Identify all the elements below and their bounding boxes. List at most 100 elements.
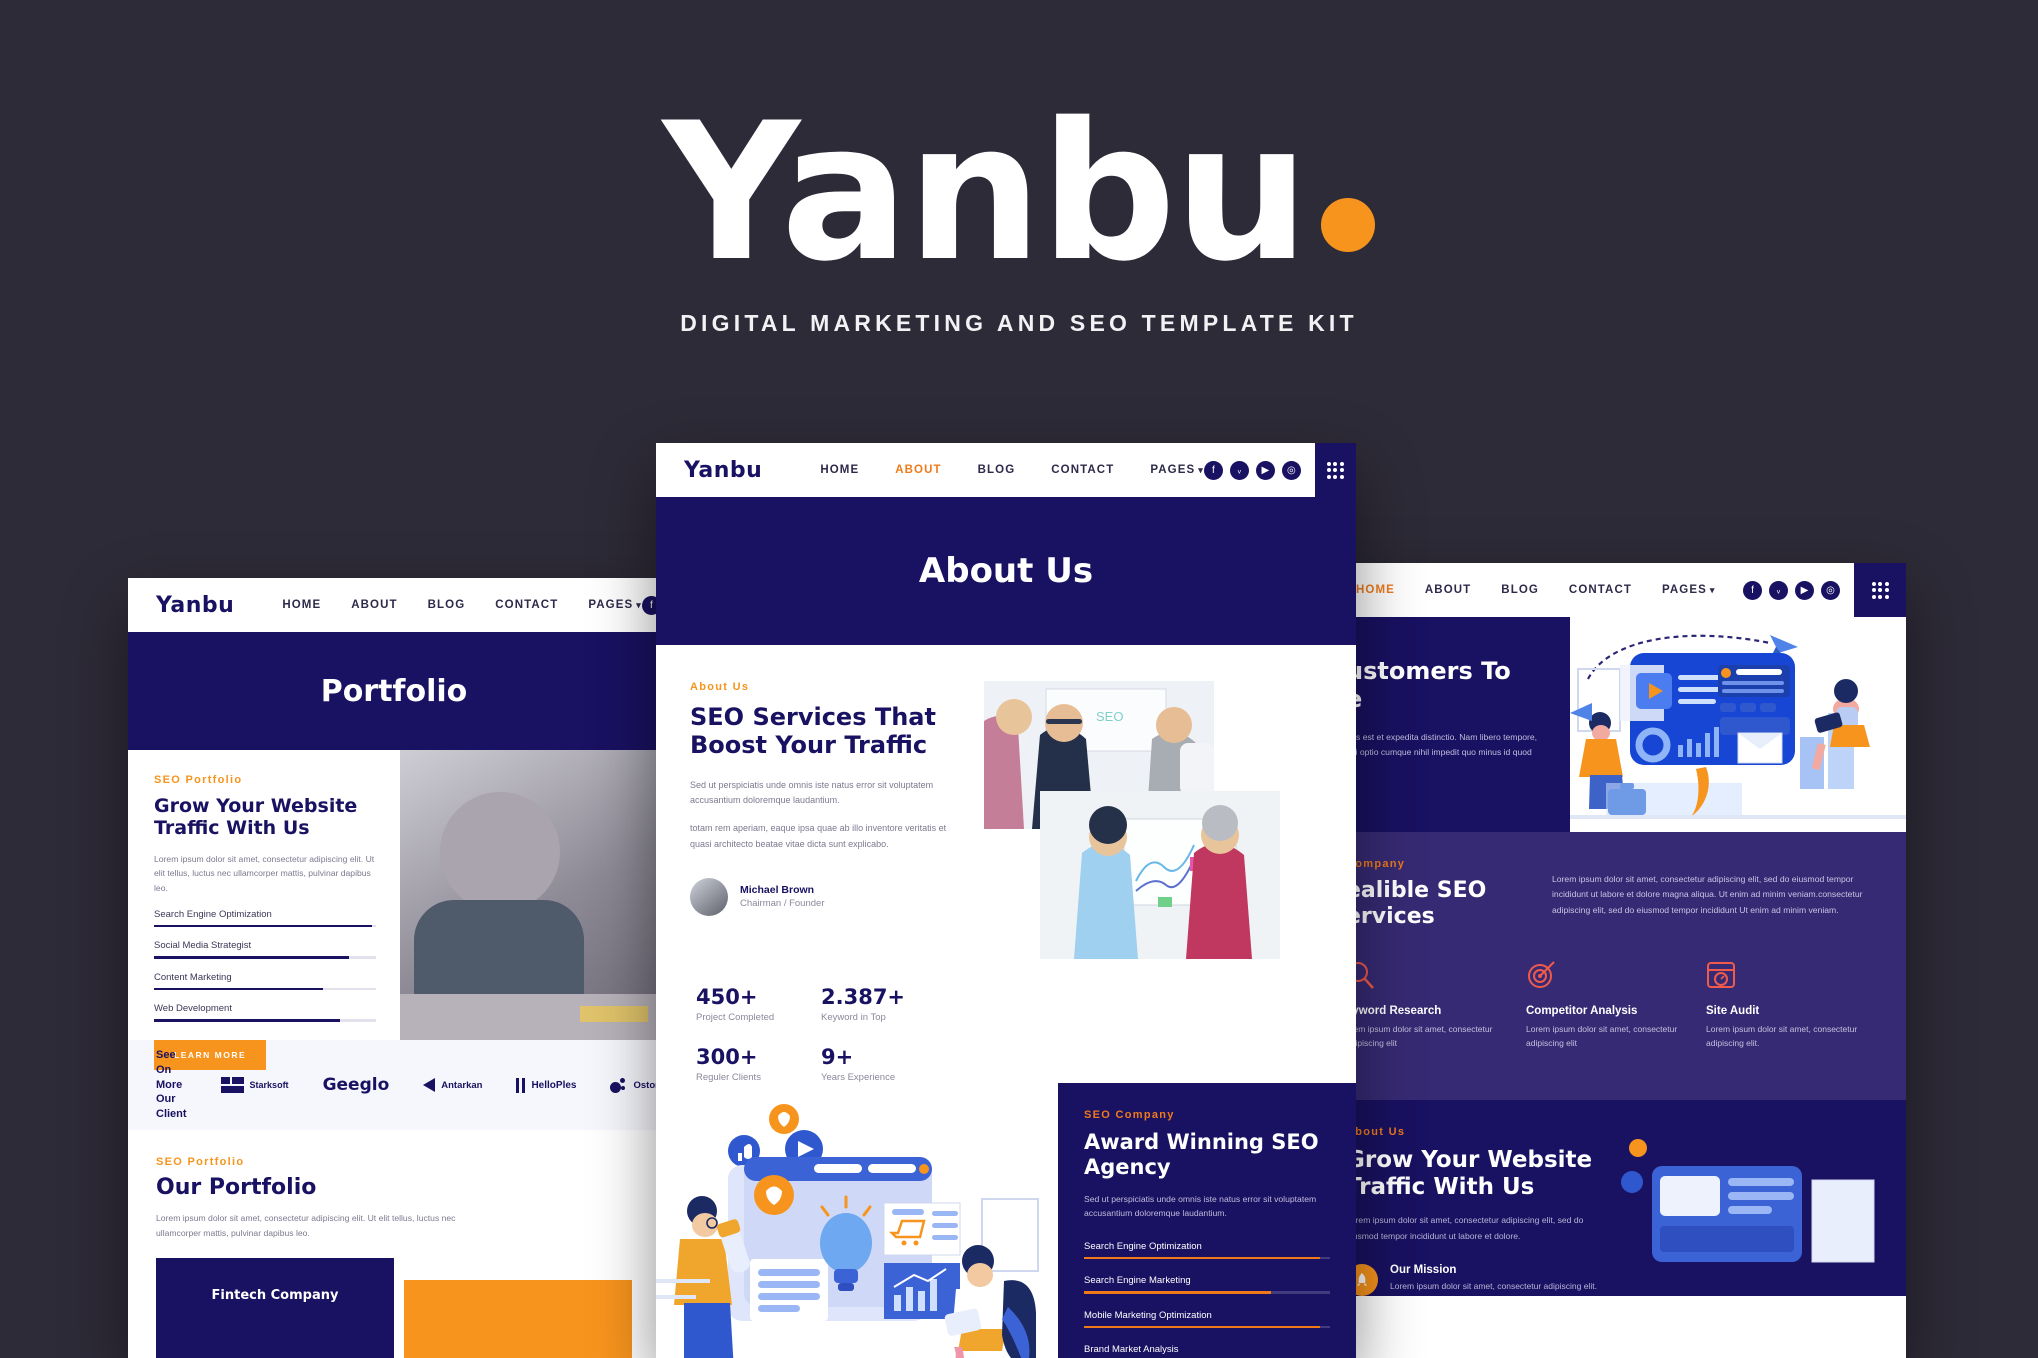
nav-link-blog[interactable]: BLOG [978,464,1016,476]
mockup-home-page[interactable]: HOME ABOUT BLOG CONTACT PAGES ▾ f ᵥ ▶ ◎ u… [1320,563,1906,1358]
grid-menu-icon[interactable] [1314,443,1356,497]
lower-row: SEO Company Award Winning SEO Agency Sed… [656,1083,1356,1358]
section-paragraph: Lorem ipsum dolor sit amet, consectetur … [154,853,375,894]
nav-link-home[interactable]: HOME [820,464,859,476]
navbar-left: Yanbu HOME ABOUT BLOG CONTACT PAGES▾ f ᵥ… [128,578,660,632]
service-card[interactable]: eyword Research orem ipsum dolor sit ame… [1346,960,1506,1050]
page-hero-left: Portfolio [128,632,660,750]
brand-dot-icon [1321,198,1376,252]
marketing-illustration [656,1083,1058,1358]
youtube-icon[interactable]: ▶ [1795,580,1814,600]
skill-label: Search Engine Optimization [154,908,272,920]
about-section-right: About Us Grow Your Website Traffic With … [1320,1100,1906,1297]
client-logo-ostora: Ostora [610,1077,660,1093]
home-hero: ustomers To e cilis est et expedita dist… [1320,617,1906,832]
twitter-icon[interactable]: ᵥ [1769,580,1788,600]
mockup-portfolio-page[interactable]: Yanbu HOME ABOUT BLOG CONTACT PAGES▾ f ᵥ… [128,578,660,1358]
nav-link-blog[interactable]: BLOG [1501,584,1539,596]
skill-row: Brand Market Analysis [1084,1344,1330,1358]
section-paragraph-1: Sed ut perspiciatis unde omnis iste natu… [690,779,934,805]
twitter-icon[interactable]: ᵥ [1229,460,1249,480]
nav-link-contact[interactable]: CONTACT [495,599,558,611]
navbar-right: HOME ABOUT BLOG CONTACT PAGES ▾ f ᵥ ▶ ◎ [1320,563,1906,617]
nav-link-pages[interactable]: PAGES ▾ [1662,584,1716,596]
author-block: Michael Brown Chairman / Founder [690,877,960,916]
triangle-icon [423,1078,436,1092]
nav-link-blog[interactable]: BLOG [428,599,466,611]
author-name: Michael Brown [740,884,815,897]
nav-links: HOME ABOUT BLOG CONTACT PAGES ▾ [820,464,1204,476]
page-heading: Portfolio [320,673,468,709]
portfolio-tile[interactable] [404,1280,632,1358]
stat-label: Keyword in Top [821,1012,886,1023]
service-title: Competitor Analysis [1526,1004,1638,1017]
mission-block: Our Mission Lorem ipsum dolor sit amet, … [1346,1264,1616,1297]
section-heading: Award Winning SEO Agency [1084,1130,1319,1179]
facebook-icon[interactable]: f [1203,460,1223,480]
clients-title: See On More Our Client [156,1048,187,1121]
nav-link-contact[interactable]: CONTACT [1051,464,1114,476]
author-role: Chairman / Founder [740,898,825,910]
social-links: f ᵥ ▶ ◎ [1203,460,1301,480]
about-copy: About Us SEO Services That Boost Your Tr… [690,681,960,961]
grid-menu-icon[interactable] [1854,563,1906,617]
skill-track [1084,1256,1330,1260]
nav-link-pages[interactable]: PAGES ▾ [1150,464,1204,476]
nav-link-pages[interactable]: PAGES ▾ [588,599,642,611]
poster-canvas: Yanbu DIGITAL MARKETING AND SEO TEMPLATE… [0,0,2038,1358]
nav-link-about[interactable]: ABOUT [895,464,941,476]
reliable-services-section: Company ealible SEO ervices Lorem ipsum … [1320,832,1906,1100]
skill-track [154,924,376,928]
site-audit-icon [1707,961,1735,988]
services-intro: Company ealible SEO ervices Lorem ipsum … [1346,858,1880,930]
page-heading: About Us [918,551,1094,591]
skill-fill [154,1019,341,1022]
stat-number: 300+ [696,1045,758,1069]
nav-links: HOME ABOUT BLOG CONTACT PAGES ▾ [282,599,642,611]
section-paragraph: Lorem ipsum dolor sit amet, consectetur … [1346,1215,1584,1241]
nav-link-about[interactable]: ABOUT [1425,584,1471,596]
nav-logo[interactable]: Yanbu [684,458,762,483]
stats-grid: 450+ Project Completed 2.387+ Keyword in… [656,961,946,1083]
section-heading: Grow Your Website Traffic With Us [154,795,358,840]
stat-number: 9+ [821,1045,854,1069]
page-hero-center: About Us [656,497,1356,645]
nav-link-contact[interactable]: CONTACT [1569,584,1632,596]
instagram-icon[interactable]: ◎ [1821,580,1840,600]
skill-row: Mobile Marketing Optimization [1084,1310,1330,1329]
nav-link-home[interactable]: HOME [1356,584,1395,596]
instagram-icon[interactable]: ◎ [1281,460,1301,480]
skill-label: Web Development [154,1003,232,1015]
skill-label: Social Media Strategist [154,940,252,952]
chevron-down-icon: ▾ [1709,585,1716,595]
skill-track [154,1019,376,1022]
mockup-about-page[interactable]: Yanbu HOME ABOUT BLOG CONTACT PAGES ▾ f ᵥ… [656,443,1356,1358]
skill-label: Brand Market Analysis [1084,1344,1179,1356]
stat-label: Years Experience [821,1072,896,1083]
service-card[interactable]: Site Audit Lorem ipsum dolor sit amet, c… [1706,960,1866,1050]
service-text: orem ipsum dolor sit amet, consectetur a… [1346,1023,1493,1048]
nav-link-about[interactable]: ABOUT [351,599,397,611]
service-card[interactable]: Competitor Analysis Lorem ipsum dolor si… [1526,960,1686,1050]
about-illustration [1616,1126,1880,1296]
portfolio-tile[interactable]: Fintech Company [156,1258,394,1358]
section-heading: Grow Your Website Traffic With Us [1346,1147,1593,1201]
nav-link-home[interactable]: HOME [282,599,321,611]
service-text: Lorem ipsum dolor sit amet, consectetur … [1526,1023,1678,1048]
youtube-icon[interactable]: ▶ [1255,460,1275,480]
hero-illustration [1570,617,1906,832]
skill-fill [1084,1325,1321,1329]
hero-subtitle: DIGITAL MARKETING AND SEO TEMPLATE KIT [680,310,1358,336]
social-links: f ᵥ ▶ ◎ [1743,580,1840,600]
about-intro: About Us SEO Services That Boost Your Tr… [656,645,1356,961]
facebook-icon[interactable]: f [1743,580,1762,600]
navbar-center: Yanbu HOME ABOUT BLOG CONTACT PAGES ▾ f ᵥ… [656,443,1356,497]
mission-title: Our Mission [1390,1264,1457,1277]
eyebrow-label: SEO Portfolio [154,774,243,786]
nav-logo[interactable]: Yanbu [156,593,234,618]
skill-fill [154,956,350,959]
eyebrow-label: About Us [690,681,750,693]
service-title: eyword Research [1346,1004,1442,1017]
portfolio-intro-card: SEO Portfolio Grow Your Website Traffic … [128,750,660,1070]
section-heading: ealible SEO ervices [1346,878,1487,929]
